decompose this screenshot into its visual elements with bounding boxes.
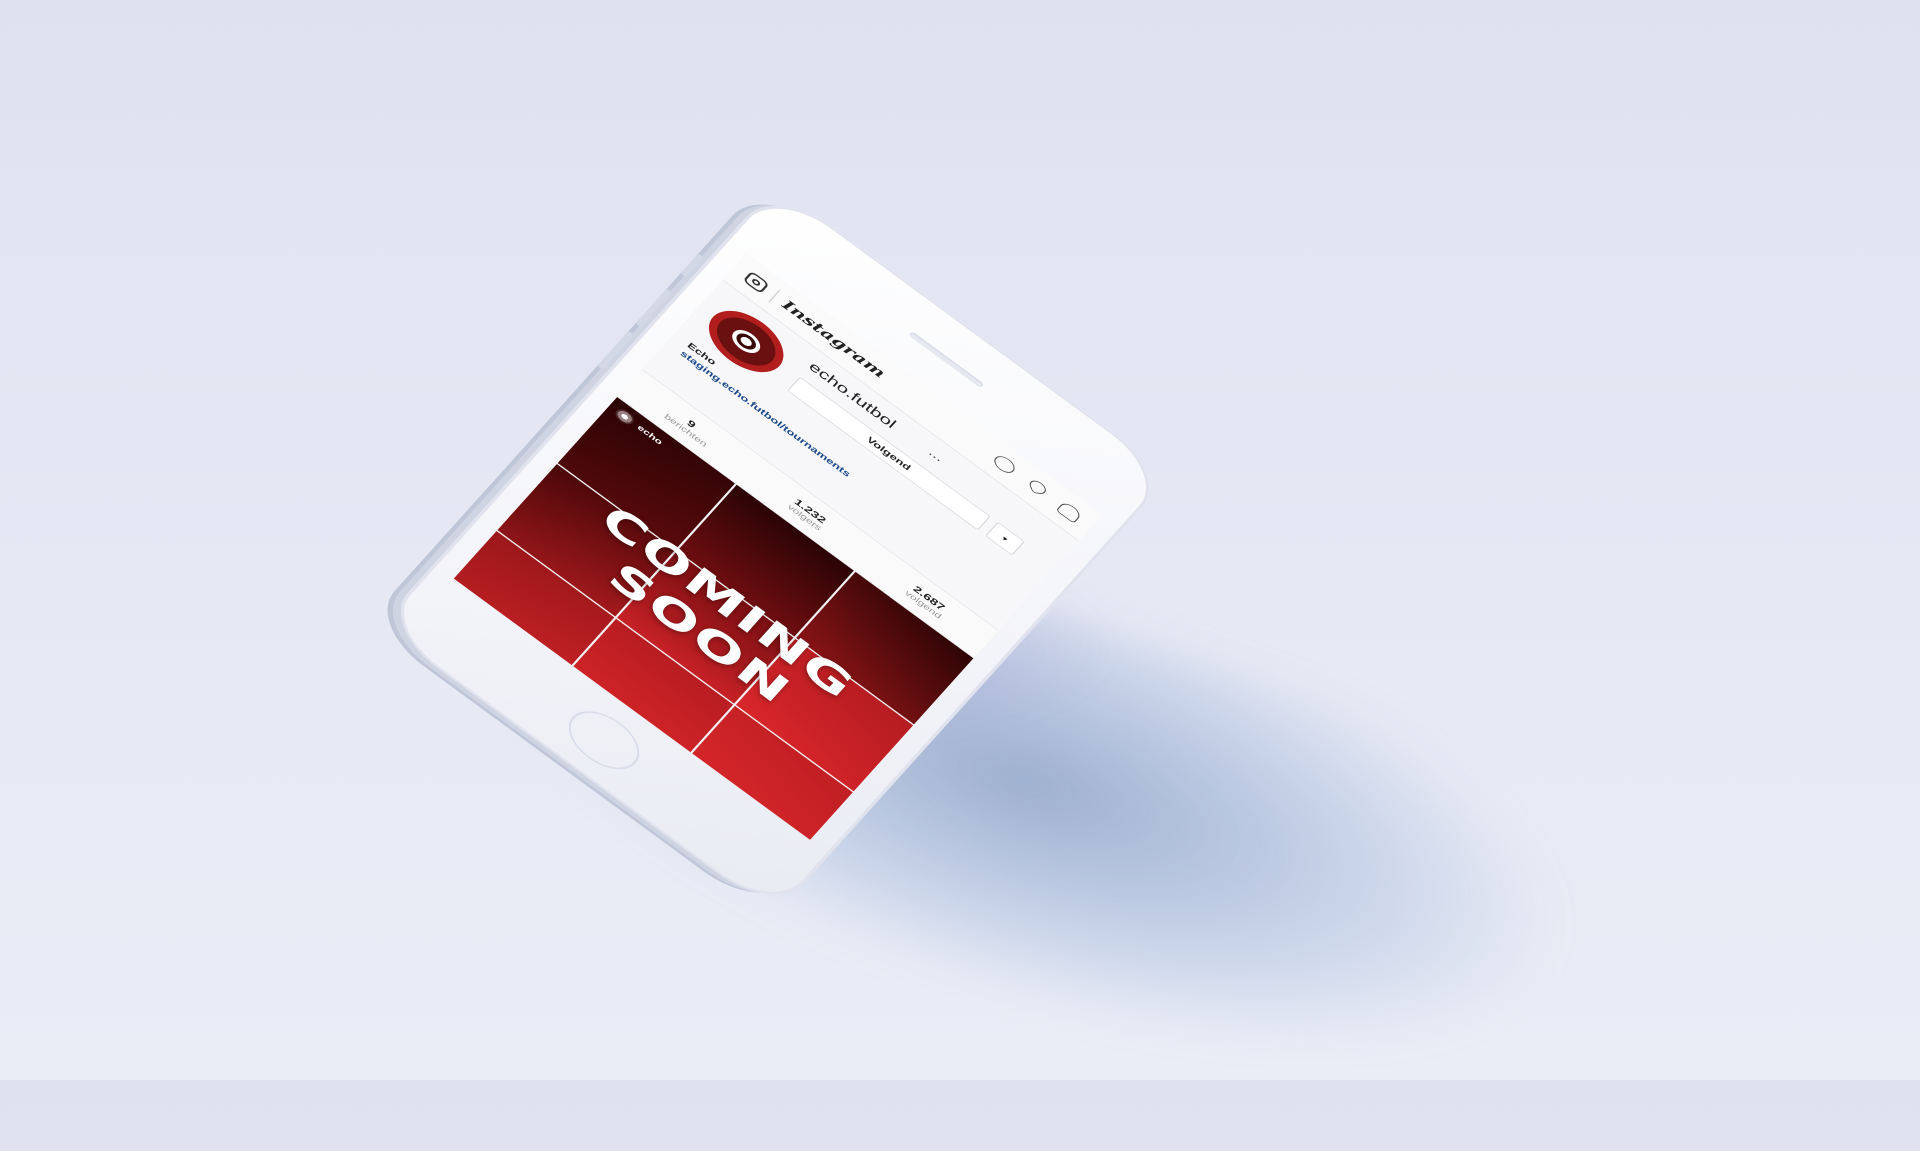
earpiece-speaker	[908, 331, 985, 389]
volume-up-button	[635, 288, 673, 328]
post-author-avatar	[612, 406, 637, 428]
mute-switch	[680, 253, 704, 278]
dropdown-button[interactable]: ▾	[985, 521, 1025, 556]
instagram-camera-icon[interactable]	[742, 270, 770, 294]
more-options-button[interactable]: ...	[926, 447, 946, 465]
user-icon[interactable]	[1055, 500, 1083, 524]
volume-down-button	[597, 330, 635, 370]
heart-icon[interactable]	[1027, 479, 1048, 495]
compass-icon[interactable]	[991, 452, 1018, 477]
topbar-divider	[768, 289, 781, 303]
